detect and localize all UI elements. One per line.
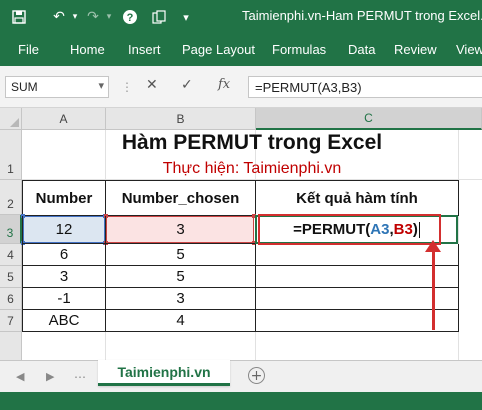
redo-dropdown-icon[interactable]: ▾ bbox=[104, 7, 114, 27]
undo-dropdown-icon[interactable]: ▾ bbox=[70, 7, 80, 27]
header-result[interactable]: Kết quả hàm tính bbox=[255, 180, 459, 216]
row-header-8 bbox=[0, 332, 22, 360]
cell-a5[interactable]: 3 bbox=[22, 266, 106, 288]
formula-suffix: ) bbox=[412, 221, 418, 238]
formula-ref-a3: A3 bbox=[370, 221, 390, 238]
row-header-3[interactable]: 3 bbox=[0, 215, 22, 244]
tab-file[interactable]: File bbox=[18, 42, 39, 57]
cell-b4[interactable]: 5 bbox=[105, 244, 256, 266]
save-icon[interactable] bbox=[10, 7, 28, 27]
sheet-tab-bar: ◀ ▶ ⋯ Taimienphi.vn + bbox=[0, 360, 482, 392]
formula-prefix: =PERMUT( bbox=[293, 221, 371, 238]
formula-ref-b3: B3 bbox=[393, 221, 413, 238]
formula-bar-grip-icon: ⋮ bbox=[121, 80, 133, 94]
header-number-chosen[interactable]: Number_chosen bbox=[105, 180, 256, 216]
header-number[interactable]: Number bbox=[22, 180, 106, 216]
cell-c6[interactable] bbox=[255, 288, 459, 310]
insert-function-icon[interactable]: fx bbox=[218, 77, 230, 92]
tab-review[interactable]: Review bbox=[394, 42, 437, 57]
undo-icon[interactable]: ↶ bbox=[50, 7, 68, 27]
tab-formulas[interactable]: Formulas bbox=[272, 42, 326, 57]
copy-icon[interactable] bbox=[150, 7, 168, 27]
name-box-dropdown-icon[interactable]: ▾ bbox=[98, 79, 104, 92]
cell-c7[interactable] bbox=[255, 310, 459, 332]
sheet-prev-icon[interactable]: ◀ bbox=[16, 370, 24, 383]
status-bar bbox=[0, 392, 482, 410]
title-bar: ↶ ▾ ↷ ▾ ? ▾ Taimienphi.vn-Ham PERMUT tro… bbox=[0, 0, 482, 34]
text-cursor bbox=[418, 221, 420, 238]
cell-a6[interactable]: -1 bbox=[22, 288, 106, 310]
cell-c5[interactable] bbox=[255, 266, 459, 288]
cell-a7[interactable]: ABC bbox=[22, 310, 106, 332]
help-icon[interactable]: ? bbox=[121, 7, 139, 27]
name-box-value: SUM bbox=[11, 80, 38, 94]
enter-icon[interactable]: ✓ bbox=[181, 77, 193, 93]
cell-b6[interactable]: 3 bbox=[105, 288, 256, 310]
column-header-b[interactable]: B bbox=[106, 108, 256, 130]
tab-view[interactable]: View bbox=[456, 42, 482, 57]
column-header-c[interactable]: C bbox=[256, 108, 482, 130]
tab-home[interactable]: Home bbox=[70, 42, 105, 57]
cell-a4[interactable]: 6 bbox=[22, 244, 106, 266]
window-title: Taimienphi.vn-Ham PERMUT trong Excel.xls bbox=[242, 8, 482, 23]
tab-page-layout[interactable]: Page Layout bbox=[182, 42, 255, 57]
row-header-4[interactable]: 4 bbox=[0, 244, 22, 266]
formula-input[interactable]: =PERMUT(A3,B3) bbox=[248, 76, 482, 98]
annotation-arrow-line bbox=[432, 250, 435, 330]
cell-b7[interactable]: 4 bbox=[105, 310, 256, 332]
select-all-corner[interactable] bbox=[0, 108, 22, 130]
cell-b5[interactable]: 5 bbox=[105, 266, 256, 288]
tab-insert[interactable]: Insert bbox=[128, 42, 161, 57]
cell-a3[interactable]: 12 bbox=[22, 216, 106, 244]
row-header-6[interactable]: 6 bbox=[0, 288, 22, 310]
redo-icon[interactable]: ↷ bbox=[84, 7, 102, 27]
row-header-7[interactable]: 7 bbox=[0, 310, 22, 332]
cell-b3[interactable]: 3 bbox=[105, 216, 256, 244]
row-header-1[interactable]: 1 bbox=[0, 130, 22, 180]
row-header-5[interactable]: 5 bbox=[0, 266, 22, 288]
sheet-more-icon[interactable]: ⋯ bbox=[74, 370, 86, 384]
tab-data[interactable]: Data bbox=[348, 42, 375, 57]
svg-text:?: ? bbox=[127, 12, 134, 24]
sheet-tab-taimienphi[interactable]: Taimienphi.vn bbox=[98, 360, 230, 386]
name-box[interactable]: SUM ▾ bbox=[5, 76, 109, 98]
column-header-a[interactable]: A bbox=[22, 108, 106, 130]
ribbon-tabs: File Home Insert Page Layout Formulas Da… bbox=[0, 34, 482, 66]
customize-dropdown-icon[interactable]: ▾ bbox=[180, 7, 192, 27]
row-header-2[interactable]: 2 bbox=[0, 180, 22, 215]
worksheet-grid: A B C 1 2 3 4 5 6 7 Hàm PERMUT trong Exc… bbox=[0, 108, 482, 360]
cancel-icon[interactable]: ✕ bbox=[146, 77, 158, 93]
formula-bar: SUM ▾ ⋮ ✕ ✓ fx =PERMUT(A3,B3) bbox=[0, 66, 482, 108]
sheet-subtitle[interactable]: Thực hiện: Taimienphi.vn bbox=[22, 158, 482, 180]
sheet-next-icon[interactable]: ▶ bbox=[46, 370, 54, 383]
sheet-title[interactable]: Hàm PERMUT trong Excel bbox=[22, 130, 482, 156]
add-sheet-icon[interactable]: + bbox=[248, 367, 265, 384]
